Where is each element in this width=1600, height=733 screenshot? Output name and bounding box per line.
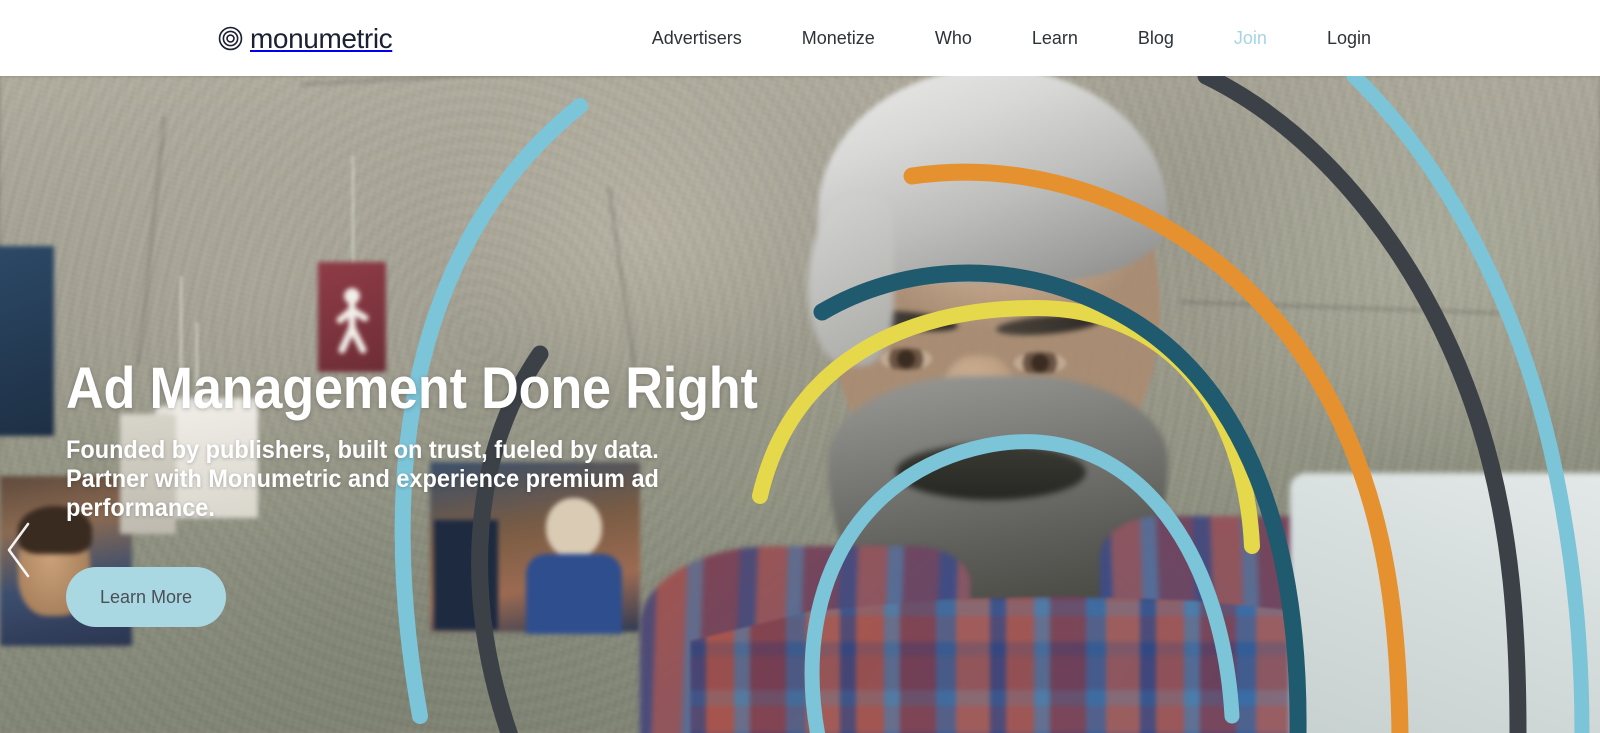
target-concentric-circles-icon: [218, 26, 243, 50]
wall-photo-blue: [0, 246, 54, 436]
pin-string: [352, 156, 354, 266]
person-eye-left: [880, 348, 932, 370]
nav-item-monetize[interactable]: Monetize: [802, 29, 875, 47]
learn-more-button[interactable]: Learn More: [66, 567, 227, 628]
nav-item-learn[interactable]: Learn: [1032, 29, 1078, 47]
logo-wordmark: monumetric: [250, 23, 393, 54]
carousel-prev-button[interactable]: [0, 512, 46, 588]
person-moustache: [896, 444, 1086, 500]
person-eye-right: [1014, 352, 1066, 374]
nav-item-blog[interactable]: Blog: [1138, 29, 1174, 47]
nav-item-login[interactable]: Login: [1327, 29, 1371, 47]
main-navigation: Advertisers Monetize Who Learn Blog Join…: [652, 29, 1371, 47]
nav-item-advertisers[interactable]: Advertisers: [652, 29, 742, 47]
nav-item-join[interactable]: Join: [1234, 29, 1267, 47]
site-header: monumetric Advertisers Monetize Who Lear…: [0, 0, 1600, 76]
hero-headline: Ad Management Done Right: [66, 356, 758, 421]
laptop-lid: [1290, 473, 1600, 733]
site-logo[interactable]: monumetric: [218, 23, 393, 54]
hero-banner: Ad Management Done Right Founded by publ…: [0, 76, 1600, 733]
chevron-left-icon: [7, 522, 30, 578]
hero-content: Ad Management Done Right Founded by publ…: [66, 356, 766, 628]
nav-item-who[interactable]: Who: [935, 29, 972, 47]
hero-subtitle: Founded by publishers, built on trust, f…: [66, 436, 659, 523]
